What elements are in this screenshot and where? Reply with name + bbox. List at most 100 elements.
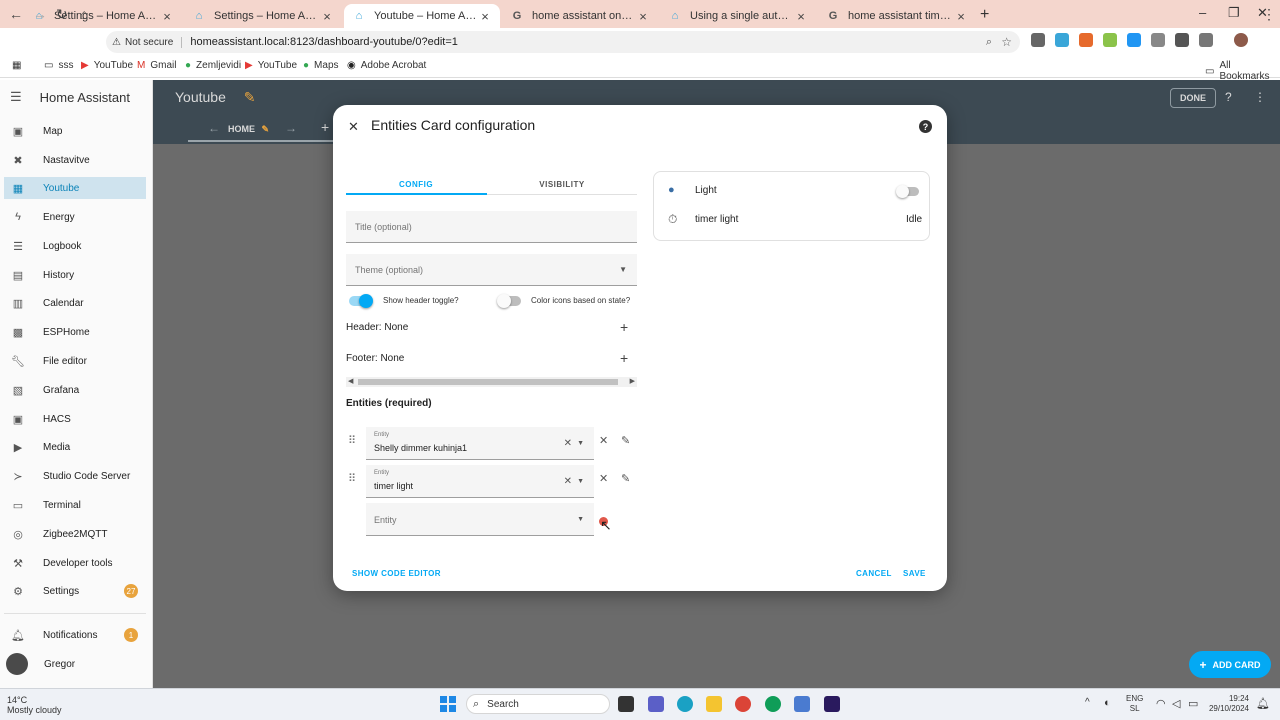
- extension-icon[interactable]: [1103, 33, 1117, 47]
- volume-icon[interactable]: ◁: [1172, 697, 1180, 710]
- more-vert-icon[interactable]: ⋮: [1254, 90, 1266, 104]
- add-card-button[interactable]: + ADD CARD: [1189, 651, 1271, 678]
- move-left-icon[interactable]: ←: [208, 121, 220, 135]
- teams-icon[interactable]: [648, 696, 664, 712]
- windows-start-icon[interactable]: [440, 696, 456, 712]
- language-indicator[interactable]: ENG SL: [1126, 694, 1143, 714]
- sidebar-item-logbook[interactable]: ☰ Logbook: [4, 235, 146, 257]
- pencil-icon[interactable]: ✎: [244, 89, 256, 105]
- bookmark-gmail[interactable]: M Gmail: [137, 60, 176, 71]
- file-explorer-icon[interactable]: [706, 696, 722, 712]
- sidebar-item-studio-code-server[interactable]: ≻ Studio Code Server: [4, 465, 146, 487]
- menu-icon[interactable]: ☰: [10, 89, 22, 105]
- sidebar-item-media[interactable]: ▶ Media: [4, 436, 146, 458]
- sidebar-item-nastavitve[interactable]: ✖ Nastavitve: [4, 149, 146, 171]
- remove-entity-icon[interactable]: ✕: [599, 434, 608, 447]
- close-tab-icon[interactable]: ×: [636, 9, 650, 24]
- title-field[interactable]: Title (optional): [346, 211, 637, 243]
- forward-arrow-icon[interactable]: →: [33, 6, 47, 22]
- bookmark-adobe-acrobat[interactable]: ◉ Adobe Acrobat: [347, 60, 426, 71]
- sidebar-item-hacs[interactable]: ▣ HACS: [4, 408, 146, 430]
- light-toggle[interactable]: [896, 185, 919, 198]
- bookmark-zemljevidi[interactable]: ● Zemljevidi: [185, 60, 241, 71]
- view-tab-home[interactable]: HOME ✎: [228, 124, 269, 135]
- edit-entity-icon[interactable]: ✎: [621, 434, 630, 447]
- add-view-icon[interactable]: +: [321, 119, 329, 135]
- browser-tab-6[interactable]: G home assistant timer.finished e ×: [818, 4, 976, 28]
- extensions-puzzle-icon[interactable]: [1199, 33, 1213, 47]
- cancel-button[interactable]: CANCEL: [856, 569, 892, 578]
- clear-icon[interactable]: ✕: [564, 476, 572, 487]
- color-icons-toggle[interactable]: [497, 294, 521, 308]
- move-right-icon[interactable]: →: [285, 121, 297, 135]
- premiere-icon[interactable]: [824, 696, 840, 712]
- clear-icon[interactable]: ✕: [564, 438, 572, 449]
- back-arrow-icon[interactable]: ←: [9, 6, 23, 22]
- done-button[interactable]: DONE: [1170, 88, 1216, 108]
- dropdown-arrow-icon[interactable]: ▼: [577, 440, 584, 447]
- store-icon[interactable]: [794, 696, 810, 712]
- tray-chevron-icon[interactable]: ^: [1085, 697, 1090, 708]
- security-indicator[interactable]: ⚠ Not secure: [112, 36, 183, 48]
- dropdown-arrow-icon[interactable]: ▼: [577, 478, 584, 485]
- dropdown-arrow-icon[interactable]: ▼: [577, 516, 584, 523]
- sidebar-item-esphome[interactable]: ▩ ESPHome: [4, 321, 146, 343]
- add-header-icon[interactable]: +: [620, 319, 628, 335]
- save-button[interactable]: SAVE: [903, 569, 926, 578]
- horizontal-scrollbar[interactable]: ◀ ▶: [346, 377, 637, 387]
- remove-entity-icon[interactable]: ✕: [599, 472, 608, 485]
- browser-tab-1[interactable]: ⌂ Settings – Home Assistant ×: [24, 4, 182, 28]
- browser-tab-4[interactable]: G home assistant one automatio ×: [502, 4, 658, 28]
- apps-grid-icon[interactable]: ▦: [12, 60, 26, 71]
- address-bar[interactable]: ⚠ Not secure homeassistant.local:8123/da…: [106, 31, 1020, 53]
- chrome-icon[interactable]: [735, 696, 751, 712]
- sidebar-item-zigbee2mqtt[interactable]: ◎ Zigbee2MQTT: [4, 523, 146, 545]
- show-code-editor-button[interactable]: SHOW CODE EDITOR: [352, 569, 441, 578]
- close-tab-icon[interactable]: ×: [160, 9, 174, 24]
- help-icon[interactable]: ?: [1225, 90, 1232, 104]
- bookmark-youtube-2[interactable]: ▶ YouTube: [245, 60, 297, 71]
- reload-icon[interactable]: ↻: [56, 6, 68, 23]
- edge-icon[interactable]: [677, 696, 693, 712]
- sidebar-item-youtube[interactable]: ▦ Youtube: [4, 177, 146, 199]
- extension-icon[interactable]: [1175, 33, 1189, 47]
- close-tab-icon[interactable]: ×: [794, 9, 808, 24]
- extension-icon[interactable]: [1151, 33, 1165, 47]
- notification-bell-icon[interactable]: 🔔︎: [1256, 697, 1270, 710]
- all-bookmarks[interactable]: ▭ All Bookmarks: [1205, 60, 1280, 82]
- network-share-icon[interactable]: ◐: [1104, 697, 1111, 709]
- sidebar-item-history[interactable]: ▤ History: [4, 264, 146, 286]
- bookmark-youtube[interactable]: ▶ YouTube: [81, 60, 133, 71]
- minimize-button[interactable]: –: [1199, 5, 1206, 20]
- sidebar-item-developer-tools[interactable]: ⚒ Developer tools: [4, 552, 146, 574]
- sidebar-item-notifications[interactable]: 🔔︎ Notifications 1: [4, 624, 146, 646]
- edit-entity-icon[interactable]: ✎: [621, 472, 630, 485]
- entity-picker-1[interactable]: Entity Shelly dimmer kuhinja1 ✕ ▼: [366, 427, 594, 460]
- drag-handle-icon[interactable]: ⠿: [348, 434, 356, 447]
- restore-button[interactable]: ❐: [1228, 5, 1240, 21]
- home-icon[interactable]: ⌂: [80, 6, 88, 22]
- sidebar-item-map[interactable]: ▣ Map: [4, 120, 146, 142]
- clock[interactable]: 19:24 29/10/2024: [1205, 694, 1249, 714]
- extension-icon[interactable]: [1031, 33, 1045, 47]
- zoom-icon[interactable]: ⌕: [986, 36, 992, 49]
- scroll-right-icon[interactable]: ▶: [630, 377, 635, 385]
- help-icon[interactable]: ?: [919, 120, 932, 133]
- extension-icon[interactable]: [1079, 33, 1093, 47]
- scrollbar-thumb[interactable]: [358, 379, 618, 385]
- wifi-icon[interactable]: ◠: [1156, 697, 1166, 710]
- browser-tab-3-active[interactable]: ⌂ Youtube – Home Assistant ×: [344, 4, 500, 28]
- theme-select[interactable]: Theme (optional) ▼: [346, 254, 637, 286]
- task-view-icon[interactable]: [618, 696, 634, 712]
- sidebar-item-file-editor[interactable]: 🔧︎ File editor: [4, 350, 146, 372]
- browser-tab-2[interactable]: ⌂ Settings – Home Assistant ×: [184, 4, 342, 28]
- scroll-left-icon[interactable]: ◀: [348, 377, 353, 385]
- bookmark-sss[interactable]: ▭ sss: [44, 60, 73, 71]
- tab-visibility[interactable]: VISIBILITY: [492, 173, 632, 195]
- sidebar-item-settings[interactable]: ⚙ Settings 27: [4, 580, 146, 602]
- show-header-toggle[interactable]: [349, 294, 373, 308]
- bookmark-star-icon[interactable]: ☆: [1001, 35, 1012, 49]
- sidebar-item-user[interactable]: Gregor: [4, 653, 146, 675]
- browser-menu-icon[interactable]: ⋮: [1262, 6, 1276, 23]
- close-icon[interactable]: ✕: [348, 119, 359, 135]
